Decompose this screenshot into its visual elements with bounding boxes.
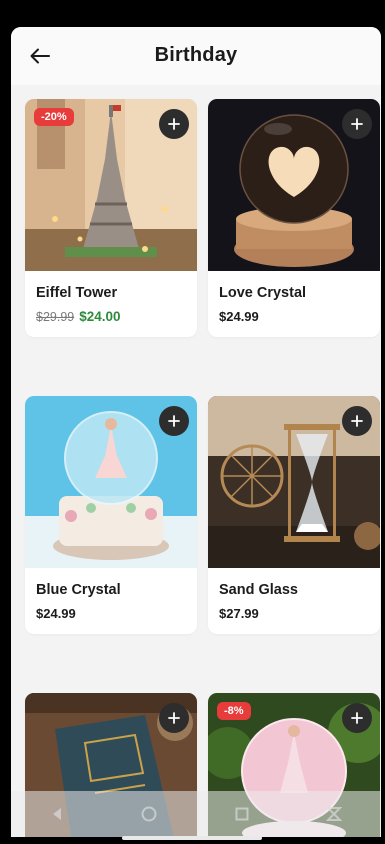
discount-badge: -20% — [34, 108, 74, 126]
product-name: Love Crystal — [219, 285, 307, 301]
nav-home-icon[interactable] — [141, 806, 157, 822]
plus-icon — [351, 118, 363, 130]
product-name: Eiffel Tower — [36, 285, 118, 301]
plus-icon — [168, 712, 180, 724]
product-card-sand-glass[interactable]: Sand Glass $27.99 — [208, 396, 380, 634]
plus-icon — [351, 712, 363, 724]
add-to-cart-button[interactable] — [159, 109, 189, 139]
home-indicator[interactable] — [122, 836, 262, 840]
plus-icon — [168, 415, 180, 427]
add-to-cart-button[interactable] — [342, 109, 372, 139]
sale-price: $24.00 — [79, 309, 121, 324]
app-bar: Birthday — [11, 27, 381, 85]
nav-back-icon[interactable] — [50, 807, 64, 821]
price-row: $27.99 — [219, 606, 259, 621]
system-nav-bar — [11, 791, 381, 837]
discount-badge: -8% — [217, 702, 251, 720]
product-name: Blue Crystal — [36, 582, 121, 598]
product-price: $27.99 — [219, 606, 259, 621]
plus-icon — [351, 415, 363, 427]
price-row: $24.99 — [219, 309, 259, 324]
product-card-love-crystal[interactable]: Love Crystal $24.99 — [208, 99, 380, 337]
add-to-cart-button[interactable] — [342, 406, 372, 436]
product-price: $24.99 — [36, 606, 76, 621]
page-title: Birthday — [154, 44, 238, 66]
app-screen: Birthday -20% Eiffel Tower $29.99 $24.00… — [11, 27, 381, 837]
plus-icon — [168, 118, 180, 130]
add-to-cart-button[interactable] — [342, 703, 372, 733]
product-card-blue-crystal[interactable]: Blue Crystal $24.99 — [25, 396, 197, 634]
nav-assistant-icon[interactable] — [326, 806, 343, 822]
add-to-cart-button[interactable] — [159, 406, 189, 436]
product-price: $24.99 — [219, 309, 259, 324]
price-row: $29.99 $24.00 — [36, 309, 121, 324]
product-card-eiffel-tower[interactable]: -20% Eiffel Tower $29.99 $24.00 — [25, 99, 197, 337]
product-name: Sand Glass — [219, 582, 298, 598]
nav-recents-icon[interactable] — [235, 807, 249, 821]
price-row: $24.99 — [36, 606, 76, 621]
original-price: $29.99 — [36, 310, 75, 324]
add-to-cart-button[interactable] — [159, 703, 189, 733]
